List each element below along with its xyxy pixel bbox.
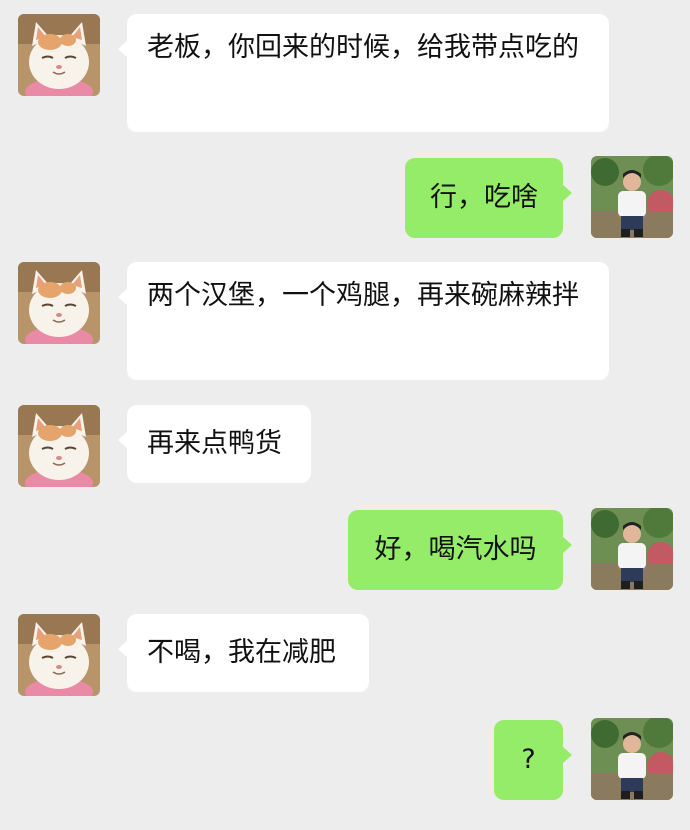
message-text: 两个汉堡，一个鸡腿，再来碗麻辣拌 bbox=[147, 280, 579, 311]
message-bubble-incoming[interactable]: 再来点鸭货 bbox=[118, 405, 311, 483]
message-text: 好，喝汽水吗 bbox=[374, 534, 537, 565]
message-bubble-outgoing[interactable]: 行，吃啥 bbox=[405, 158, 572, 238]
message-bubble-incoming[interactable]: 不喝，我在减肥 bbox=[118, 614, 369, 692]
cat-avatar[interactable] bbox=[18, 14, 100, 96]
chat-window: 老板，你回来的时候，给我带点吃的 行，吃啥 两个汉堡，一个鸡腿，再来碗麻辣拌 再… bbox=[0, 0, 690, 830]
message-bubble-outgoing[interactable]: 好，喝汽水吗 bbox=[348, 510, 572, 590]
message-text: 再来点鸭货 bbox=[147, 428, 282, 459]
man-avatar[interactable] bbox=[591, 156, 673, 238]
man-avatar[interactable] bbox=[591, 508, 673, 590]
cat-avatar[interactable] bbox=[18, 405, 100, 487]
cat-avatar[interactable] bbox=[18, 262, 100, 344]
message-bubble-incoming[interactable]: 老板，你回来的时候，给我带点吃的 bbox=[118, 14, 609, 132]
cat-avatar[interactable] bbox=[18, 614, 100, 696]
man-avatar[interactable] bbox=[591, 718, 673, 800]
message-text: 不喝，我在减肥 bbox=[147, 637, 336, 668]
message-bubble-incoming[interactable]: 两个汉堡，一个鸡腿，再来碗麻辣拌 bbox=[118, 262, 609, 380]
message-text: 行，吃啥 bbox=[430, 182, 538, 213]
message-bubble-outgoing[interactable]: ? bbox=[494, 720, 572, 800]
message-text: ? bbox=[521, 744, 536, 775]
message-text: 老板，你回来的时候，给我带点吃的 bbox=[147, 32, 579, 63]
